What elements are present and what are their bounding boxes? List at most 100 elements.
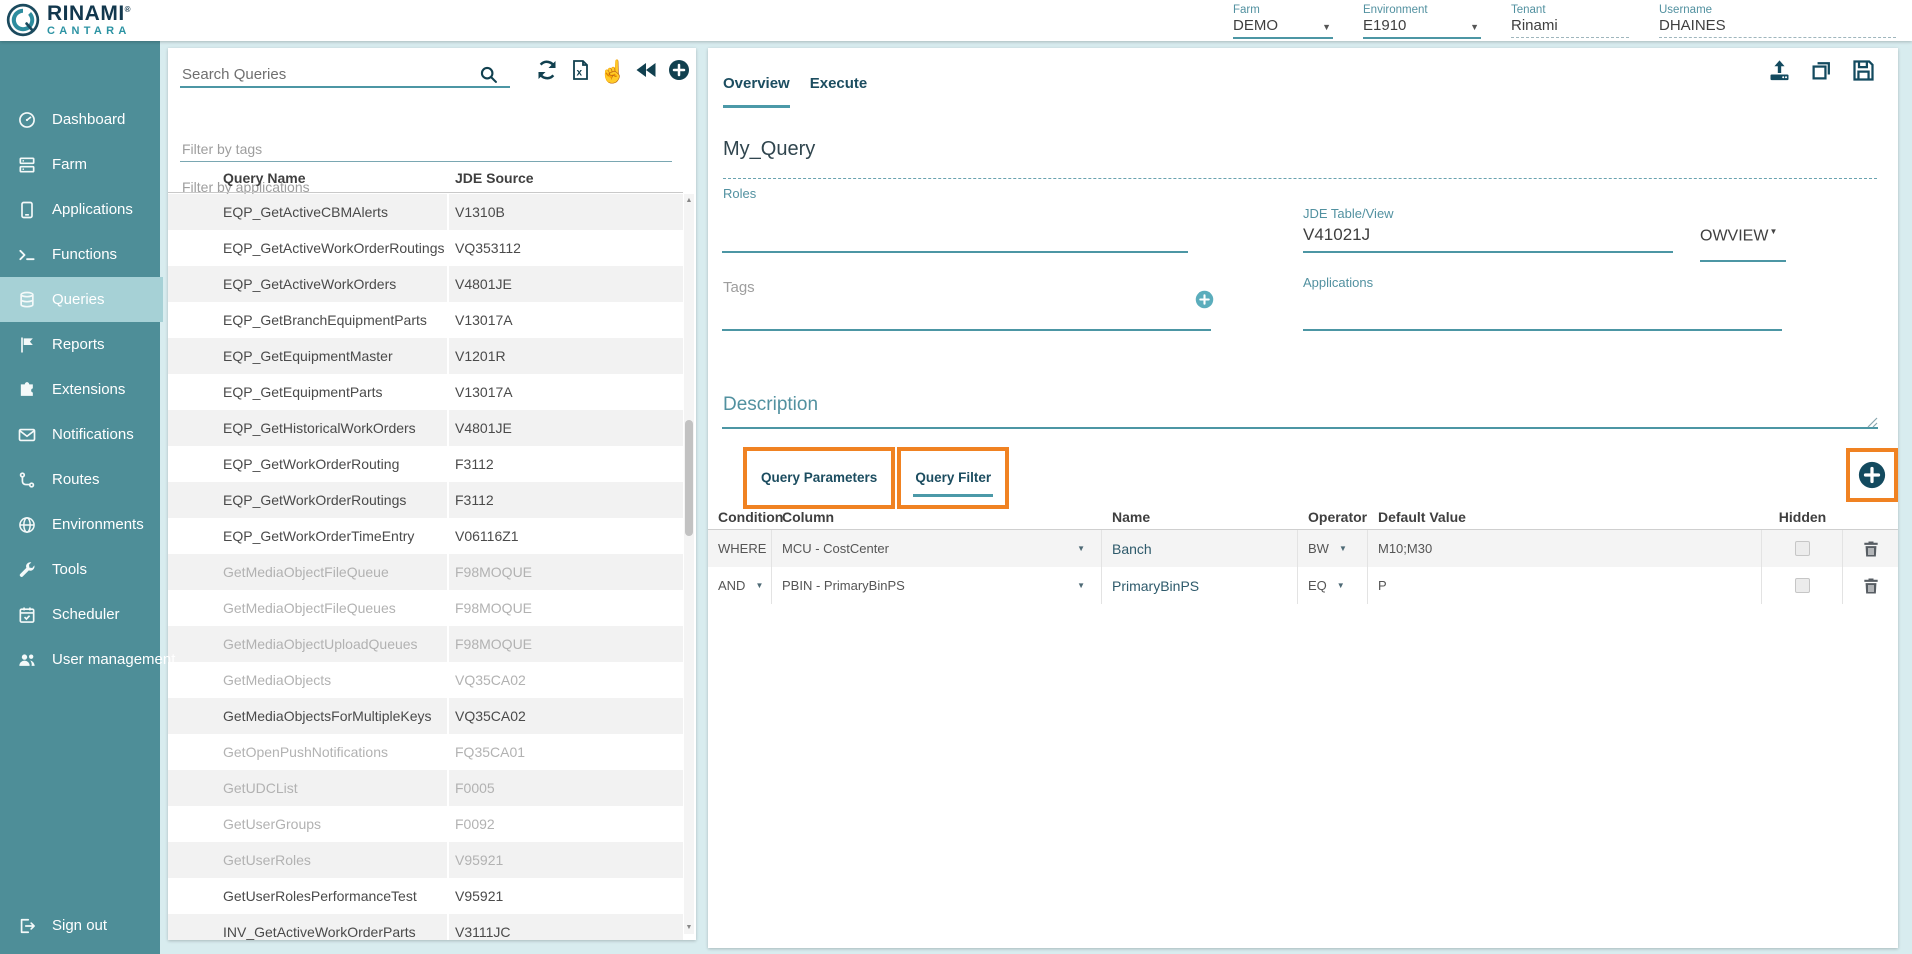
query-row[interactable]: GetUserRolesV95921 (168, 842, 683, 878)
header-field-environment[interactable]: EnvironmentE1910▼ (1363, 4, 1481, 39)
query-row-source: F3112 (447, 482, 683, 518)
query-row[interactable]: GetMediaObjectUploadQueuesF98MOQUE (168, 626, 683, 662)
roles-input[interactable] (722, 251, 1188, 253)
save-button[interactable] (1850, 57, 1877, 84)
default-value-input[interactable]: P (1368, 567, 1762, 604)
collapse-button[interactable] (633, 59, 659, 85)
resize-handle-icon[interactable] (1867, 415, 1878, 426)
query-row[interactable]: GetMediaObjectFileQueueF98MOQUE (168, 554, 683, 590)
filter-row: WHEREMCU - CostCenter▼BanchBW▼M10;M30 (708, 530, 1898, 567)
delete-row-button[interactable] (1861, 539, 1881, 559)
applications-input[interactable] (1303, 329, 1782, 331)
column-select[interactable]: MCU - CostCenter▼ (772, 530, 1102, 567)
tab-execute[interactable]: Execute (810, 75, 868, 108)
query-list-scrollbar[interactable]: ▲ ▼ (684, 194, 694, 934)
query-row-source: FQ35CA01 (447, 734, 683, 770)
filter-column-header-condition: Condition (708, 509, 772, 525)
operator-select[interactable]: BW▼ (1298, 530, 1368, 567)
default-value-input[interactable]: M10;M30 (1368, 530, 1762, 567)
highlight-box-add (1846, 448, 1898, 502)
upload-button[interactable] (1766, 57, 1793, 84)
sidebar-item-farm[interactable]: Farm (0, 142, 160, 187)
filter-tags-input[interactable] (180, 136, 672, 162)
query-row[interactable]: EQP_GetEquipmentPartsV13017A (168, 374, 683, 410)
sidebar-item-reports[interactable]: Reports (0, 322, 160, 367)
sidebar-item-notifications[interactable]: Notifications (0, 412, 160, 457)
name-input[interactable]: PrimaryBinPS (1102, 567, 1298, 604)
query-row[interactable]: EQP_GetWorkOrderRoutingsF3112 (168, 482, 683, 518)
select-mode-button[interactable]: ☝ (600, 59, 626, 85)
scroll-up-arrow-icon[interactable]: ▲ (684, 197, 694, 204)
sidebar-item-label: Sign out (52, 917, 107, 934)
tab-query-parameters[interactable]: Query Parameters (759, 470, 879, 494)
search-input[interactable] (180, 62, 510, 88)
sidebar-item-queries[interactable]: Queries (0, 277, 163, 322)
hidden-checkbox[interactable] (1795, 578, 1810, 593)
query-row[interactable]: GetMediaObjectFileQueuesF98MOQUE (168, 590, 683, 626)
hidden-checkbox[interactable] (1795, 541, 1810, 556)
name-input[interactable]: Banch (1102, 530, 1298, 567)
delete-row-button[interactable] (1861, 576, 1881, 596)
refresh-button[interactable] (534, 59, 560, 85)
server-icon (17, 155, 37, 175)
operator-select[interactable]: EQ▼ (1298, 567, 1368, 604)
add-tag-button[interactable] (1194, 289, 1215, 310)
sidebar-item-tools[interactable]: Tools (0, 547, 160, 592)
query-list-panel: x☝ Query Name JDE Source EQP_GetActiveCB… (168, 48, 696, 940)
query-row[interactable]: INV_GetActiveWorkOrderPartsV3111JC (168, 914, 683, 940)
sidebar-item-sign-out[interactable]: Sign out (0, 903, 160, 948)
owview-select[interactable]: OWVIEW▼ (1700, 227, 1786, 245)
tags-underline (722, 329, 1211, 331)
export-excel-button[interactable]: x (567, 59, 593, 85)
tags-input[interactable]: Tags (723, 279, 755, 296)
copy-button[interactable] (1808, 57, 1835, 84)
query-row[interactable]: EQP_GetWorkOrderTimeEntryV06116Z1 (168, 518, 683, 554)
query-row[interactable]: GetUDCListF0005 (168, 770, 683, 806)
condition-select[interactable]: AND▼ (708, 567, 772, 604)
dashboard-icon (17, 110, 37, 130)
header-field-farm[interactable]: FarmDEMO▼ (1233, 4, 1333, 39)
sidebar-item-environments[interactable]: Environments (0, 502, 160, 547)
sidebar-item-user-management[interactable]: User management (0, 637, 160, 682)
highlight-box-query-parameters: Query Parameters (743, 447, 895, 509)
tab-query-filter[interactable]: Query Filter (913, 470, 993, 497)
query-name-input[interactable]: My_Query (723, 138, 1877, 179)
query-row[interactable]: EQP_GetHistoricalWorkOrdersV4801JE (168, 410, 683, 446)
query-row[interactable]: GetMediaObjectsVQ35CA02 (168, 662, 683, 698)
query-row-source: V4801JE (447, 410, 683, 446)
query-row[interactable]: EQP_GetBranchEquipmentPartsV13017A (168, 302, 683, 338)
description-input[interactable] (722, 388, 1878, 428)
query-detail-panel: OverviewExecute My_Query Roles JDE Table… (708, 48, 1898, 948)
query-row-source: V95921 (447, 842, 683, 878)
query-row[interactable]: GetMediaObjectsForMultipleKeysVQ35CA02 (168, 698, 683, 734)
query-row[interactable]: EQP_GetEquipmentMasterV1201R (168, 338, 683, 374)
sidebar-item-dashboard[interactable]: Dashboard (0, 97, 160, 142)
jde-table-input[interactable]: V41021J (1303, 225, 1370, 245)
sidebar-item-label: Farm (52, 156, 87, 173)
header-field-value[interactable]: E1910▼ (1363, 17, 1481, 39)
filter-table-body: WHEREMCU - CostCenter▼BanchBW▼M10;M30AND… (708, 530, 1898, 604)
scrollbar-thumb[interactable] (685, 420, 693, 536)
tab-overview[interactable]: Overview (723, 75, 790, 108)
query-row[interactable]: EQP_GetActiveCBMAlertsV1310B (168, 194, 683, 230)
add-filter-button[interactable] (1857, 460, 1887, 490)
sidebar-item-applications[interactable]: Applications (0, 187, 160, 232)
query-row-name: GetMediaObjectUploadQueues (168, 636, 447, 652)
sidebar-item-scheduler[interactable]: Scheduler (0, 592, 160, 637)
query-row[interactable]: GetOpenPushNotificationsFQ35CA01 (168, 734, 683, 770)
sidebar-item-functions[interactable]: Functions (0, 232, 160, 277)
caret-down-icon: ▼ (1339, 544, 1347, 553)
flag-icon (17, 335, 37, 355)
header-field-value[interactable]: DEMO▼ (1233, 17, 1333, 39)
add-query-button[interactable] (666, 59, 692, 85)
query-row[interactable]: GetUserRolesPerformanceTestV95921 (168, 878, 683, 914)
sidebar-item-extensions[interactable]: Extensions (0, 367, 160, 412)
column-select[interactable]: PBIN - PrimaryBinPS▼ (772, 567, 1102, 604)
query-row[interactable]: EQP_GetActiveWorkOrderRoutingsVQ353112 (168, 230, 683, 266)
query-row-name: GetMediaObjectFileQueues (168, 600, 447, 616)
query-row[interactable]: EQP_GetWorkOrderRoutingF3112 (168, 446, 683, 482)
query-row[interactable]: GetUserGroupsF0092 (168, 806, 683, 842)
query-row[interactable]: EQP_GetActiveWorkOrdersV4801JE (168, 266, 683, 302)
sidebar-item-routes[interactable]: Routes (0, 457, 160, 502)
scroll-down-arrow-icon[interactable]: ▼ (684, 924, 694, 931)
